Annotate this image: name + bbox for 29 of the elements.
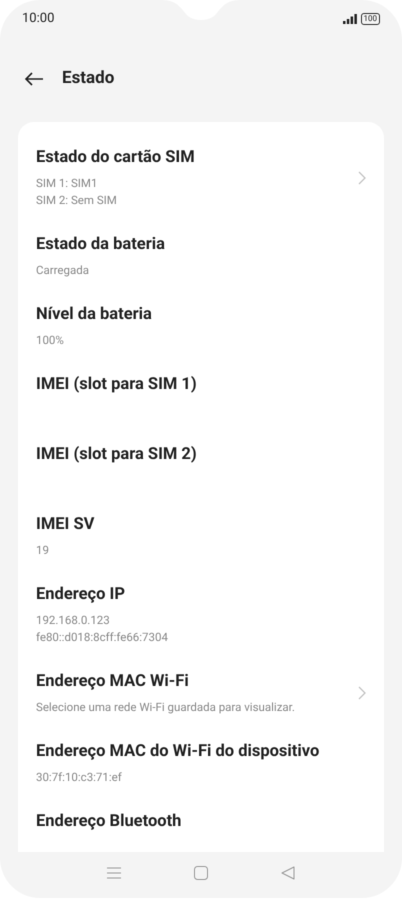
back-arrow-icon <box>24 72 44 86</box>
status-time: 10:00 <box>22 10 54 28</box>
item-value: 19 <box>36 542 50 559</box>
item-title: Nível da bateria <box>36 304 153 326</box>
item-value: SIM 2: Sem SIM <box>36 192 118 209</box>
item-title: Estado da bateria <box>36 234 166 256</box>
item-title: Endereço Bluetooth <box>36 811 182 833</box>
item-title: Endereço MAC do Wi-Fi do dispositivo <box>36 741 320 763</box>
page-title: Estado <box>62 67 114 90</box>
item-title: Estado do cartão SIM <box>36 147 196 169</box>
item-title: IMEI SV <box>36 514 96 536</box>
chevron-right-icon[interactable] <box>358 686 366 700</box>
item-value: SIM 1: SIM1 <box>36 175 98 192</box>
menu-icon[interactable] <box>106 867 121 879</box>
item-value: Carregada <box>36 262 90 279</box>
item-value: fe80::d018:8cff:fe66:7304 <box>36 629 169 646</box>
back-icon[interactable] <box>281 866 296 880</box>
signal-icon <box>342 14 356 24</box>
item-value: Selecione uma rede Wi-Fi guardada para visualizar. <box>36 699 296 716</box>
item-title: Endereço IP <box>36 584 126 606</box>
item-value: 192.168.0.123 <box>36 612 111 629</box>
item-value: 100% <box>36 332 65 349</box>
home-icon[interactable] <box>194 866 208 880</box>
item-title: Endereço MAC Wi-Fi <box>36 671 190 693</box>
battery-indicator: 100 <box>360 13 380 25</box>
item-title: IMEI (slot para SIM 1) <box>36 374 198 396</box>
item-value: 30:7f:10:c3:71:ef <box>36 769 123 786</box>
chevron-right-icon[interactable] <box>358 170 366 184</box>
item-title: IMEI (slot para SIM 2) <box>36 444 198 466</box>
